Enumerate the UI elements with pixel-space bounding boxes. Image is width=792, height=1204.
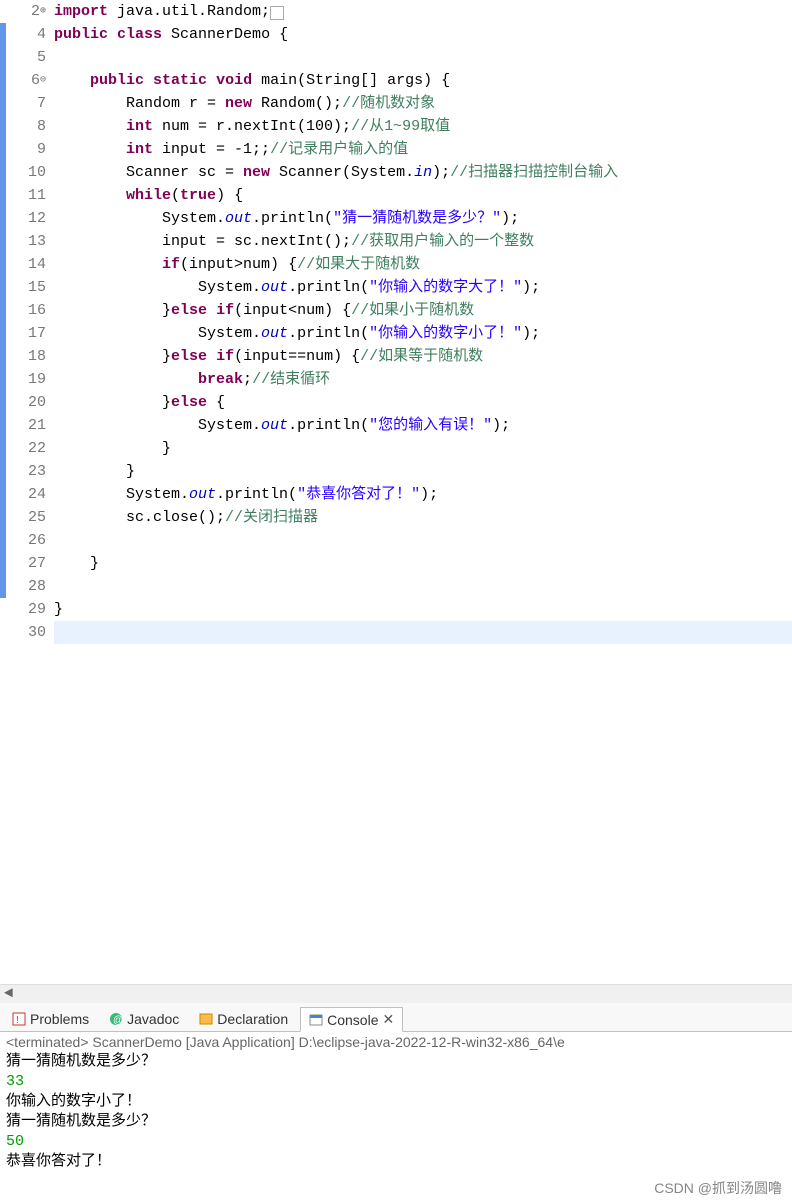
svg-text:@: @ <box>113 1015 123 1026</box>
console-output[interactable]: 猜一猜随机数是多少？ 33 你输入的数字小了！ 猜一猜随机数是多少？ 50 恭喜… <box>0 1052 792 1178</box>
tab-label: Console <box>327 1012 378 1028</box>
close-icon[interactable]: ✕ <box>383 1011 395 1028</box>
watermark-text: CSDN @抓到汤圆噜 <box>654 1178 782 1198</box>
tab-problems[interactable]: ! Problems <box>4 1008 97 1030</box>
console-line: 猜一猜随机数是多少？ <box>6 1112 786 1132</box>
console-icon <box>309 1013 323 1027</box>
console-line: 恭喜你答对了！ <box>6 1152 786 1172</box>
svg-text:!: ! <box>16 1015 19 1026</box>
console-line: 猜一猜随机数是多少？ <box>6 1052 786 1072</box>
bottom-tab-bar: ! Problems @ Javadoc Declaration Console… <box>0 1003 792 1032</box>
horizontal-scrollbar[interactable]: ◄ <box>0 984 792 1003</box>
tab-javadoc[interactable]: @ Javadoc <box>101 1008 187 1030</box>
code-editor[interactable]: 2⊕ 4 5 6⊖ 7 8 9 10 11 12 13 14 15 16 17 … <box>0 0 792 984</box>
console-line: 33 <box>6 1072 786 1092</box>
tab-label: Javadoc <box>127 1011 179 1027</box>
declaration-icon <box>199 1012 213 1026</box>
tab-label: Declaration <box>217 1011 288 1027</box>
scroll-left-icon[interactable]: ◄ <box>0 985 17 1002</box>
javadoc-icon: @ <box>109 1012 123 1026</box>
tab-label: Problems <box>30 1011 89 1027</box>
console-process-label: <terminated> ScannerDemo [Java Applicati… <box>0 1032 792 1052</box>
console-line: 你输入的数字小了！ <box>6 1092 786 1112</box>
problems-icon: ! <box>12 1012 26 1026</box>
line-number-gutter[interactable]: 2⊕ 4 5 6⊖ 7 8 9 10 11 12 13 14 15 16 17 … <box>6 0 50 984</box>
code-area[interactable]: import java.util.Random; public class Sc… <box>50 0 792 984</box>
tab-declaration[interactable]: Declaration <box>191 1008 296 1030</box>
tab-console[interactable]: Console ✕ <box>300 1007 403 1032</box>
console-line: 50 <box>6 1132 786 1152</box>
